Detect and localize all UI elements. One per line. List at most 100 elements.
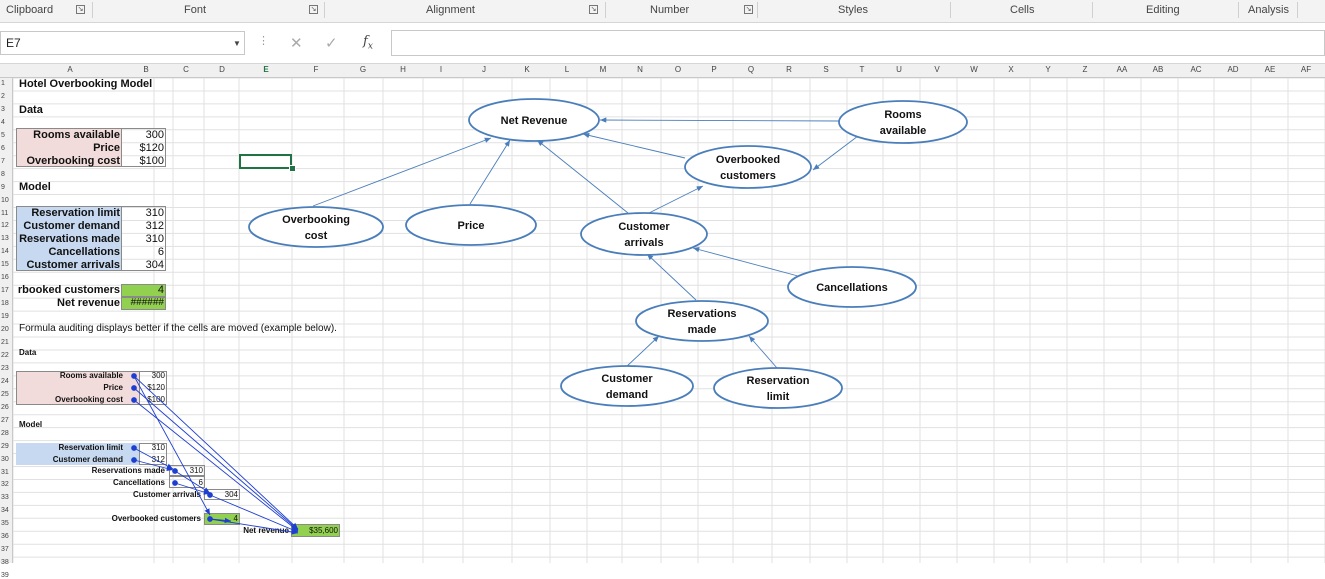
row-header[interactable]: 14 xyxy=(1,248,9,255)
formula-input[interactable] xyxy=(391,30,1325,56)
node-overbooking-cost[interactable]: Overbooking cost xyxy=(248,206,384,248)
column-header[interactable]: J xyxy=(482,65,486,74)
column-header[interactable]: N xyxy=(637,65,643,74)
ribbon-group-clipboard[interactable]: Clipboard xyxy=(6,4,53,16)
column-header[interactable]: AA xyxy=(1117,65,1128,74)
node-reservation-limit[interactable]: Reservation limit xyxy=(713,367,843,409)
column-header[interactable]: P xyxy=(711,65,716,74)
chevron-down-icon[interactable]: ▼ xyxy=(233,39,241,48)
row-header[interactable]: 29 xyxy=(1,443,9,450)
column-header[interactable]: B xyxy=(143,65,148,74)
column-header[interactable]: A xyxy=(67,65,72,74)
row-header[interactable]: 37 xyxy=(1,546,9,553)
column-header[interactable]: I xyxy=(440,65,442,74)
row-header[interactable]: 20 xyxy=(1,326,9,333)
ribbon-group-number[interactable]: Number xyxy=(650,4,689,16)
column-header[interactable]: C xyxy=(183,65,189,74)
row-header[interactable]: 16 xyxy=(1,274,9,281)
column-header[interactable]: F xyxy=(314,65,319,74)
row-header[interactable]: 34 xyxy=(1,507,9,514)
column-header[interactable]: AF xyxy=(1301,65,1311,74)
column-header[interactable]: T xyxy=(860,65,865,74)
row-header[interactable]: 23 xyxy=(1,365,9,372)
row-header[interactable]: 5 xyxy=(1,132,5,139)
font-launcher-icon[interactable]: ↘ xyxy=(309,5,318,14)
row-header[interactable]: 4 xyxy=(1,119,5,126)
cancel-entry-icon[interactable]: ✕ xyxy=(290,34,303,52)
column-header[interactable]: R xyxy=(786,65,792,74)
row-header[interactable]: 19 xyxy=(1,313,9,320)
worksheet-grid[interactable]: Hotel Overbooking Model Data Rooms avail… xyxy=(13,78,1325,563)
column-header[interactable]: D xyxy=(219,65,225,74)
enter-entry-icon[interactable]: ✓ xyxy=(325,34,338,52)
column-header[interactable]: U xyxy=(896,65,902,74)
node-customer-arrivals[interactable]: Customer arrivals xyxy=(580,212,708,256)
node-overbooked-customers[interactable]: Overbooked customers xyxy=(684,145,812,189)
node-price[interactable]: Price xyxy=(405,204,537,246)
row-header[interactable]: 1 xyxy=(1,80,5,87)
row-header[interactable]: 11 xyxy=(1,210,8,217)
column-header[interactable]: AB xyxy=(1153,65,1164,74)
column-header[interactable]: S xyxy=(823,65,828,74)
node-net-revenue[interactable]: Net Revenue xyxy=(468,98,600,142)
more-options-icon[interactable]: ⋮ xyxy=(258,34,269,47)
row-header[interactable]: 6 xyxy=(1,145,5,152)
column-header[interactable]: AC xyxy=(1190,65,1201,74)
ribbon-group-editing[interactable]: Editing xyxy=(1146,4,1180,16)
row-header[interactable]: 2 xyxy=(1,93,5,100)
row-header[interactable]: 31 xyxy=(1,469,9,476)
row-header[interactable]: 33 xyxy=(1,494,9,501)
node-rooms-available[interactable]: Rooms available xyxy=(838,100,968,144)
name-box[interactable]: E7 xyxy=(0,31,245,55)
column-header[interactable]: L xyxy=(565,65,569,74)
ribbon-group-cells[interactable]: Cells xyxy=(1010,4,1034,16)
column-header[interactable]: K xyxy=(524,65,529,74)
node-cancellations[interactable]: Cancellations xyxy=(787,266,917,308)
row-header[interactable]: 10 xyxy=(1,197,9,204)
row-header[interactable]: 25 xyxy=(1,391,9,398)
ribbon-group-font[interactable]: Font xyxy=(184,4,206,16)
node-label: arrivals xyxy=(624,237,663,249)
column-header[interactable]: Y xyxy=(1045,65,1050,74)
row-header[interactable]: 12 xyxy=(1,222,9,229)
node-reservations-made[interactable]: Reservations made xyxy=(635,300,769,342)
row-header[interactable]: 15 xyxy=(1,261,9,268)
clipboard-launcher-icon[interactable]: ↘ xyxy=(76,5,85,14)
row-header[interactable]: 7 xyxy=(1,158,5,165)
column-header[interactable]: V xyxy=(934,65,939,74)
ribbon-group-analysis[interactable]: Analysis xyxy=(1248,4,1289,16)
row-header[interactable]: 26 xyxy=(1,404,9,411)
row-header[interactable]: 28 xyxy=(1,430,9,437)
row-header[interactable]: 39 xyxy=(1,572,9,579)
insert-function-icon[interactable]: fx xyxy=(363,34,373,52)
column-header[interactable]: E xyxy=(263,65,268,74)
edge-cancellations-to-arrivals xyxy=(692,247,799,277)
row-header[interactable]: 3 xyxy=(1,106,5,113)
column-header[interactable]: AE xyxy=(1265,65,1276,74)
column-header[interactable]: H xyxy=(400,65,406,74)
ribbon-group-alignment[interactable]: Alignment xyxy=(426,4,475,16)
row-header[interactable]: 27 xyxy=(1,417,9,424)
row-header[interactable]: 18 xyxy=(1,300,9,307)
row-header[interactable]: 36 xyxy=(1,533,9,540)
ribbon-group-styles[interactable]: Styles xyxy=(838,4,868,16)
alignment-launcher-icon[interactable]: ↘ xyxy=(589,5,598,14)
row-header[interactable]: 9 xyxy=(1,184,5,191)
column-header[interactable]: W xyxy=(970,65,978,74)
row-header[interactable]: 21 xyxy=(1,339,9,346)
row-header[interactable]: 30 xyxy=(1,456,9,463)
column-header[interactable]: M xyxy=(600,65,607,74)
column-header[interactable]: X xyxy=(1008,65,1013,74)
column-header[interactable]: AD xyxy=(1227,65,1238,74)
node-customer-demand[interactable]: Customer demand xyxy=(560,365,694,407)
row-header[interactable]: 8 xyxy=(1,171,5,178)
column-header[interactable]: G xyxy=(360,65,366,74)
number-launcher-icon[interactable]: ↘ xyxy=(744,5,753,14)
column-header[interactable]: O xyxy=(675,65,681,74)
row-header[interactable]: 24 xyxy=(1,378,9,385)
column-header[interactable]: Q xyxy=(748,65,754,74)
column-header[interactable]: Z xyxy=(1083,65,1088,74)
row-header[interactable]: 22 xyxy=(1,352,9,359)
row-header[interactable]: 35 xyxy=(1,520,9,527)
row-header[interactable]: 32 xyxy=(1,481,9,488)
